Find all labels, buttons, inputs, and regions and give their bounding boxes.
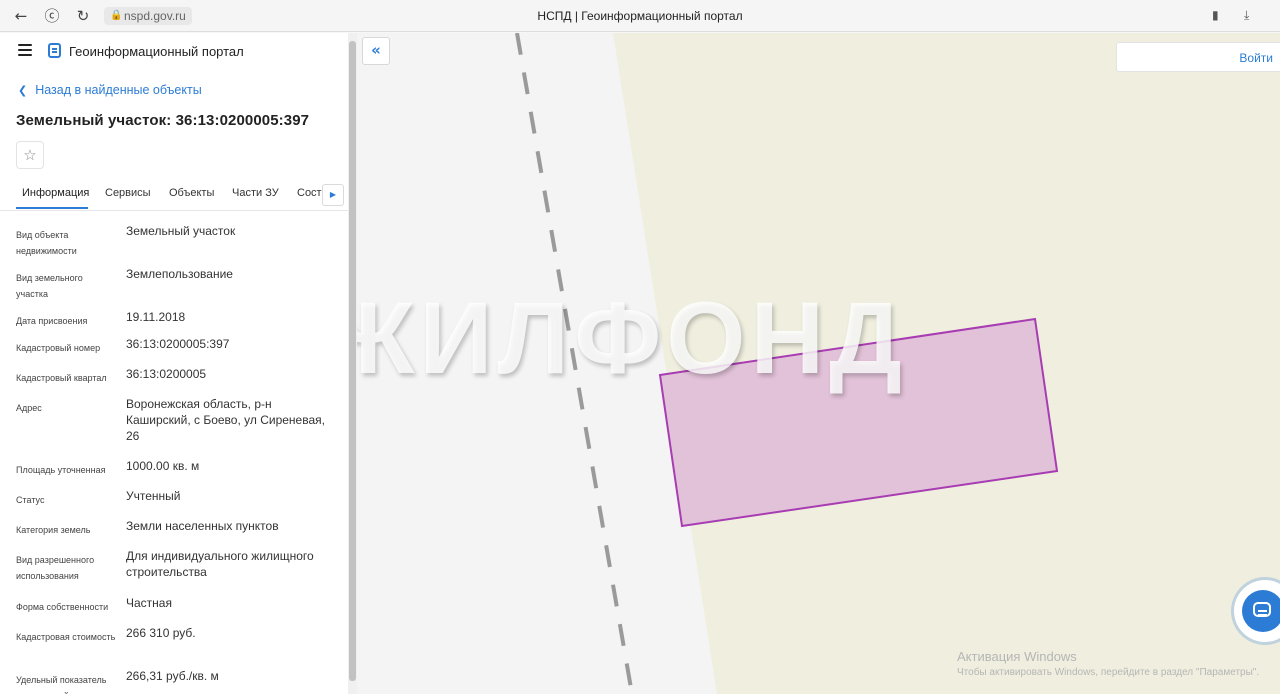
info-label: Вид земельного участка	[16, 273, 83, 299]
browser-toolbar: ← ⓒ ↻ 🔒 nspd.gov.ru НСПД | Геоинформацио…	[0, 0, 1280, 32]
tab-services[interactable]: Сервисы	[105, 187, 151, 199]
object-title: Земельный участок: 36:13:0200005:397	[16, 112, 310, 129]
info-label: Кадастровая стоимость	[16, 632, 116, 642]
info-label: Форма собственности	[16, 602, 109, 612]
info-label: Вид разрешенного использования	[16, 555, 95, 581]
info-label: Адрес	[16, 403, 42, 413]
windows-activation-text: Чтобы активировать Windows, перейдите в …	[957, 667, 1260, 678]
menu-icon[interactable]	[18, 44, 32, 56]
login-label: Войти	[1239, 51, 1273, 65]
scrollbar-thumb[interactable]	[349, 41, 356, 681]
chat-icon	[1242, 590, 1280, 632]
info-value: Для индивидуального жилищного строительс…	[126, 549, 314, 579]
tab-objects[interactable]: Объекты	[169, 187, 214, 199]
info-label: Категория земель	[16, 525, 91, 535]
info-value: 36:13:0200005:397	[126, 337, 230, 351]
panel-scrollbar[interactable]	[348, 33, 357, 694]
collapse-panel-button[interactable]: «	[362, 37, 390, 65]
info-label: Дата присвоения	[16, 316, 88, 326]
portal-logo-icon	[48, 43, 61, 58]
tab-information[interactable]: Информация	[22, 187, 89, 199]
info-label: Кадастровый квартал	[16, 373, 107, 383]
info-value: Частная	[126, 596, 172, 610]
info-label: Кадастровый номер	[16, 343, 101, 353]
watermark: ЖИЛФОНД	[322, 281, 907, 395]
portal-title: Геоинформационный портал	[69, 44, 244, 59]
tabs-scroll-right-icon[interactable]: ▶	[322, 184, 344, 206]
info-value: 266 310 руб.	[126, 626, 196, 640]
info-label: Статус	[16, 495, 45, 505]
favorite-star-icon[interactable]: ☆	[16, 141, 44, 169]
chevron-left-icon: ❮	[18, 84, 28, 97]
back-link-label: Назад в найденные объекты	[35, 83, 202, 97]
info-value: Земли населенных пунктов	[126, 519, 279, 533]
info-panel: Геоинформационный портал ❮ Назад в найден…	[0, 33, 348, 694]
info-value: 36:13:0200005	[126, 367, 207, 381]
info-value: Учтенный	[126, 489, 181, 503]
page-title: НСПД | Геоинформационный портал	[537, 9, 743, 23]
back-to-results-link[interactable]: ❮ Назад в найденные объекты	[18, 83, 202, 97]
windows-activation-title: Активация Windows	[957, 649, 1077, 664]
bookmark-icon[interactable]: ▮	[1212, 8, 1219, 22]
info-value: Землепользование	[126, 267, 233, 281]
active-tab-indicator	[16, 207, 88, 209]
info-value: Воронежская область, р-н Каширский, с Бо…	[126, 397, 325, 443]
divider	[0, 210, 348, 211]
tab-parcel-parts[interactable]: Части ЗУ	[232, 187, 279, 199]
download-icon[interactable]: ⤓	[1244, 8, 1249, 23]
info-value: 19.11.2018	[126, 310, 186, 324]
info-value: 266,31 руб./кв. м	[126, 669, 219, 683]
info-value: Земельный участок	[126, 224, 236, 238]
info-label: Удельный показатель кадастровой	[16, 675, 107, 694]
info-label: Вид объекта недвижимости	[16, 230, 77, 256]
tab-bar: Информация Сервисы Объекты Части ЗУ Сост…	[16, 180, 348, 210]
login-button[interactable]: Войти	[1116, 42, 1280, 72]
info-value: 1000.00 кв. м	[126, 459, 200, 473]
info-label: Площадь уточненная	[16, 465, 106, 475]
